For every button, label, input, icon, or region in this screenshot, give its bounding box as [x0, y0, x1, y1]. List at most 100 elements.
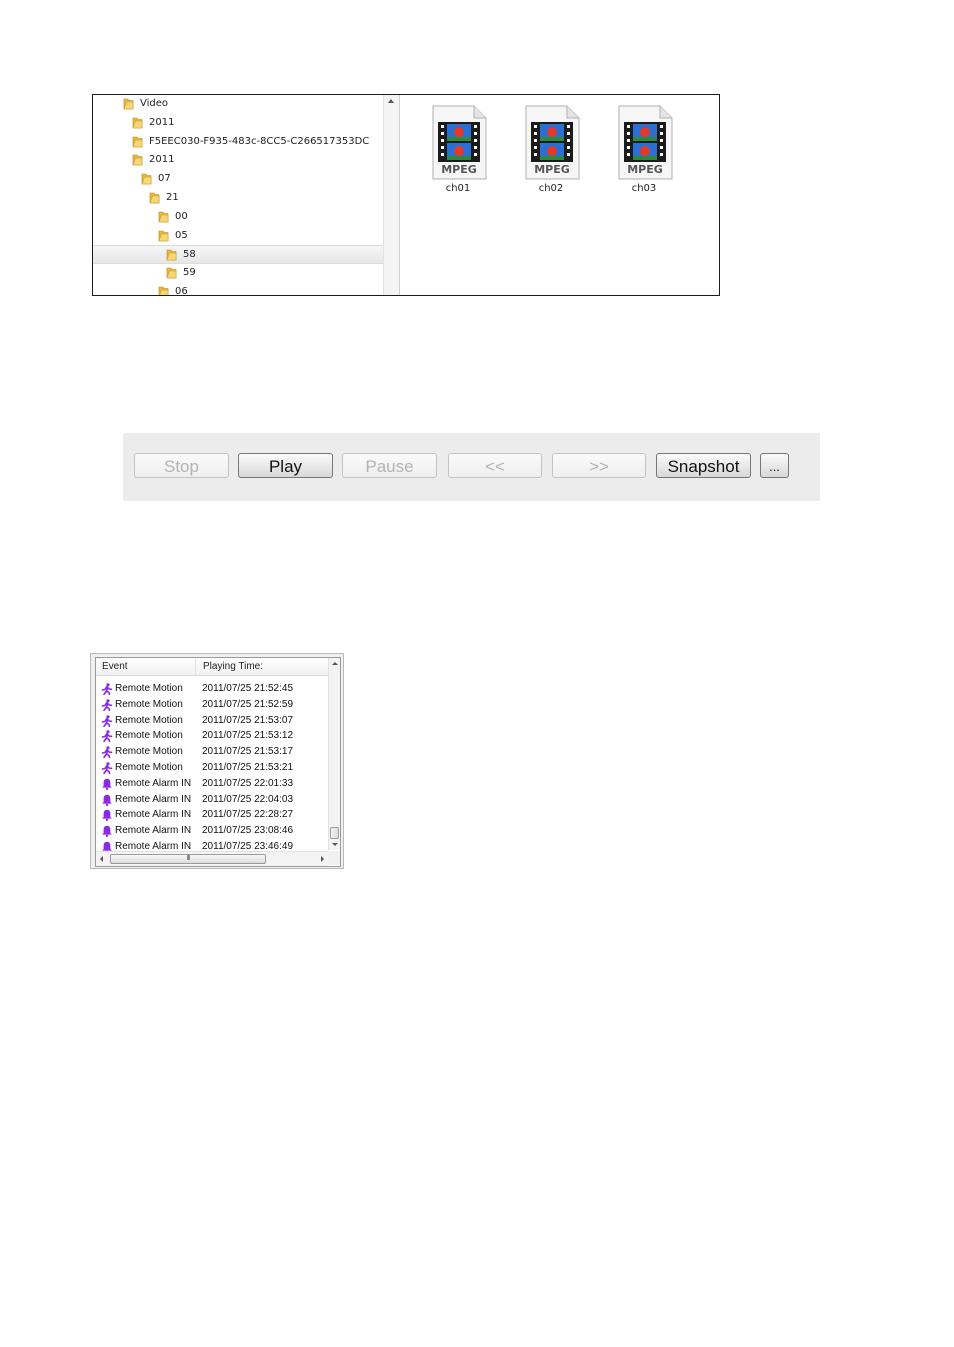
list-item[interactable]: Remote Alarm IN 2011/07/25 22:01:33 [96, 776, 328, 792]
folder-icon [166, 267, 177, 279]
event-name: Remote Motion [115, 762, 183, 773]
folder-icon [149, 192, 160, 204]
folder-tree: Video 2011 F5EEC030-F935-483c-8CC5-C266517… [93, 95, 383, 295]
scrollbar-corner [328, 851, 340, 865]
list-item[interactable]: Remote Motion 2011/07/25 21:52:59 [96, 697, 328, 713]
mpeg-video-file-icon: MPEG [430, 105, 488, 181]
event-time: 2011/07/25 21:52:45 [202, 683, 294, 694]
list-item[interactable]: Remote Alarm IN 2011/07/25 23:08:46 [96, 823, 328, 839]
file-item[interactable]: MPEG ch02 [518, 105, 581, 199]
scroll-up-arrow-icon[interactable] [388, 99, 394, 103]
motion-person-icon [101, 698, 113, 712]
pause-button[interactable]: Pause [342, 453, 437, 478]
motion-person-icon [101, 730, 113, 743]
alarm-bell-icon [101, 778, 113, 790]
tree-item-folder[interactable]: F5EEC030-F935-483c-8CC5-C266517353DC [93, 133, 383, 151]
folder-icon [123, 98, 134, 110]
list-item[interactable]: Remote Alarm IN 2011/07/25 22:28:27 [96, 807, 328, 823]
alarm-bell-icon [101, 794, 113, 806]
scroll-thumb[interactable] [330, 827, 339, 839]
svg-text:MPEG: MPEG [534, 163, 570, 176]
tree-item-folder[interactable]: 00 [93, 208, 383, 226]
tree-item-folder[interactable]: 2011 [93, 114, 383, 132]
tree-item-folder[interactable]: 05 [93, 227, 383, 245]
event-time: 2011/07/25 21:53:07 [202, 714, 294, 726]
folder-icon [132, 136, 143, 148]
tree-item-label: 21 [166, 192, 179, 203]
tree-item-folder[interactable]: 07 [93, 170, 383, 188]
file-name-label: ch02 [538, 183, 564, 194]
event-list: Event Playing Time: Remote Motion 2011/07… [95, 657, 341, 867]
play-button[interactable]: Play [238, 453, 333, 478]
file-explorer: Video 2011 F5EEC030-F935-483c-8CC5-C266517… [92, 94, 720, 296]
event-time: 2011/07/25 21:52:59 [202, 698, 294, 710]
file-view: MPEG ch01 MPEG ch02 MPEG ch03 [399, 95, 719, 295]
file-item[interactable]: MPEG ch03 [611, 105, 674, 199]
event-name: Remote Alarm IN [115, 825, 192, 837]
list-header: Event Playing Time: [96, 658, 328, 676]
event-column-header[interactable]: Event [96, 658, 196, 675]
playing-time-column-header[interactable]: Playing Time: [197, 658, 328, 675]
svg-text:MPEG: MPEG [627, 163, 663, 176]
tree-item-folder[interactable]: Video [93, 95, 383, 113]
tree-item-label: 58 [183, 249, 196, 261]
list-item[interactable]: Remote Motion 2011/07/25 21:53:07 [96, 713, 328, 729]
event-name: Remote Motion [115, 698, 183, 710]
event-time: 2011/07/25 22:04:03 [202, 793, 294, 805]
tree-item-folder[interactable]: 06 [93, 283, 383, 295]
folder-icon [132, 154, 143, 166]
stop-button[interactable]: Stop [134, 453, 229, 478]
tree-item-label: 05 [175, 229, 188, 241]
tree-item-label: 59 [183, 267, 196, 279]
motion-person-icon [101, 683, 113, 696]
event-time: 2011/07/25 21:53:21 [202, 762, 294, 773]
event-name: Remote Motion [115, 683, 183, 694]
event-time: 2011/07/25 23:08:46 [202, 825, 294, 837]
event-name: Remote Alarm IN [115, 777, 192, 789]
tree-item-folder[interactable]: 59 [93, 264, 383, 282]
mpeg-video-file-icon: MPEG [616, 105, 674, 181]
alarm-bell-icon [101, 809, 113, 822]
folder-icon [166, 249, 177, 261]
list-item[interactable]: Remote Motion 2011/07/25 21:53:21 [96, 760, 328, 776]
file-item[interactable]: MPEG ch01 [425, 105, 488, 199]
tree-item-label: 2011 [149, 116, 175, 128]
event-time: 2011/07/25 22:28:27 [202, 809, 294, 821]
tree-item-label: 2011 [149, 154, 175, 166]
list-item[interactable]: Remote Motion 2011/07/25 21:53:17 [96, 744, 328, 760]
scroll-down-arrow-icon[interactable] [332, 843, 338, 846]
more-options-button[interactable]: ... [760, 453, 789, 478]
event-time: 2011/07/25 21:53:12 [202, 730, 294, 742]
tree-item-folder[interactable]: 21 [93, 189, 383, 207]
list-vertical-scrollbar[interactable] [328, 658, 340, 850]
tree-item-folder[interactable]: 58 [93, 245, 383, 265]
folder-icon [132, 117, 143, 129]
tree-item-folder[interactable]: 2011 [93, 151, 383, 169]
event-name: Remote Motion [115, 730, 183, 742]
tree-item-label: Video [140, 98, 169, 109]
fast-forward-button[interactable]: >> [552, 453, 646, 478]
scroll-right-arrow-icon[interactable] [321, 856, 324, 862]
list-item[interactable]: Remote Motion 2011/07/25 21:52:45 [96, 681, 328, 697]
file-name-label: ch01 [445, 183, 471, 194]
tree-item-label: 06 [175, 286, 188, 295]
tree-scrollbar[interactable] [383, 95, 400, 295]
list-item[interactable]: Remote Motion 2011/07/25 21:53:12 [96, 728, 328, 744]
list-item[interactable]: Remote Alarm IN 2011/07/25 22:04:03 [96, 792, 328, 808]
motion-person-icon [101, 714, 113, 728]
snapshot-button[interactable]: Snapshot [656, 453, 751, 478]
motion-person-icon [101, 746, 113, 759]
folder-icon [158, 230, 169, 242]
event-name: Remote Alarm IN [115, 793, 192, 805]
folder-icon [158, 286, 169, 295]
list-horizontal-scrollbar[interactable]: III [96, 851, 328, 866]
svg-text:MPEG: MPEG [441, 163, 477, 176]
scroll-up-arrow-icon[interactable] [332, 662, 338, 665]
mpeg-video-file-icon: MPEG [523, 105, 581, 181]
folder-icon [158, 211, 169, 223]
tree-item-label: F5EEC030-F935-483c-8CC5-C266517353DC [149, 135, 370, 147]
rewind-button[interactable]: << [448, 453, 542, 478]
scroll-thumb[interactable]: III [110, 854, 266, 864]
event-name: Remote Alarm IN [115, 809, 192, 821]
scroll-left-arrow-icon[interactable] [100, 856, 103, 862]
